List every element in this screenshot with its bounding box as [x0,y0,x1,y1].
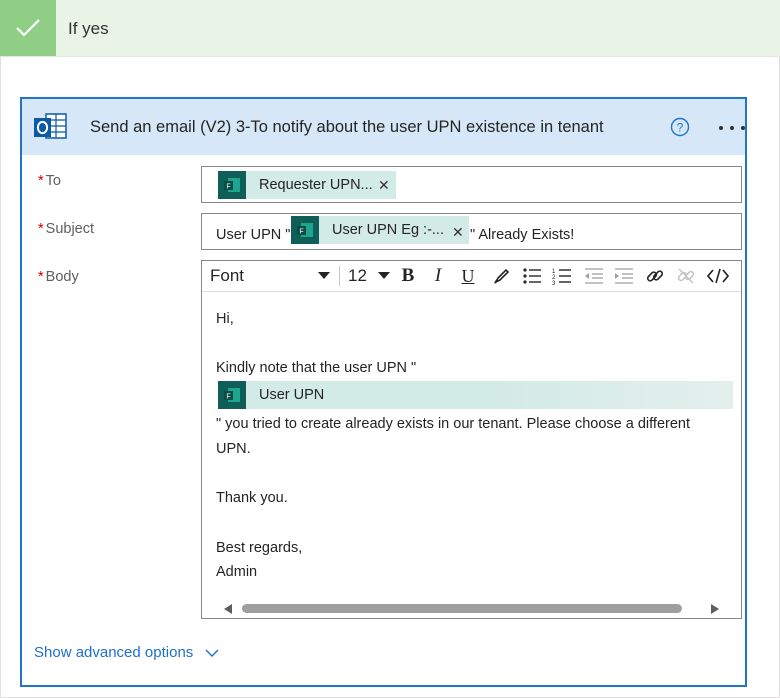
user-upn-token[interactable]: F User UPN [218,381,733,409]
numbered-list-icon[interactable]: 123 [550,264,574,288]
link-icon[interactable] [643,264,667,288]
unlink-icon[interactable] [674,264,698,288]
action-card-header[interactable]: Send an email (V2) 3-To notify about the… [22,99,745,155]
body-label: * Body [38,269,79,285]
font-size-dropdown[interactable]: 12 [348,264,390,288]
action-title: Send an email (V2) 3-To notify about the… [90,118,604,136]
remove-token-icon[interactable]: ✕ [378,177,390,194]
underline-icon[interactable]: U [456,264,480,288]
toolbar-divider [339,266,340,286]
body-line-3: " you tried to create already exists in … [216,416,690,432]
body-note-line: Kindly note that the user UPN " [216,360,417,376]
subject-field[interactable]: User UPN " F User UPN Eg :-... ✕ " Alrea… [201,213,742,250]
send-email-action-card: Send an email (V2) 3-To notify about the… [20,97,747,687]
to-field[interactable]: F Requester UPN... ✕ [201,166,742,203]
to-label: * To [38,173,61,189]
body-greeting: Hi, [216,311,234,327]
token-label: User UPN [259,387,325,403]
scroll-right-icon[interactable] [711,604,719,614]
subject-prefix: User UPN " [216,227,291,243]
user-upn-eg-token[interactable]: F User UPN Eg :-... [291,216,469,244]
font-family-value: Font [210,266,245,285]
condition-branch-header[interactable]: If yes [0,0,780,57]
bulleted-list-icon[interactable] [520,264,544,288]
svg-text:3: 3 [552,281,556,285]
more-options-icon[interactable] [718,117,746,133]
horizontal-scrollbar[interactable] [202,599,741,619]
caret-down-icon [378,272,390,279]
code-view-icon[interactable] [704,264,732,288]
subject-label: * Subject [38,221,94,237]
body-signature: Admin [216,564,258,580]
chevron-down-icon [205,649,219,657]
font-size-value: 12 [348,266,367,285]
body-regards: Best regards, [216,540,303,556]
forms-icon: F [218,381,246,409]
forms-icon: F [291,216,319,244]
requester-upn-token[interactable]: F Requester UPN... [218,171,396,199]
checkmark-icon [0,0,56,56]
font-color-icon[interactable] [490,264,514,288]
increase-indent-icon[interactable] [612,264,636,288]
outlook-icon [33,111,67,143]
subject-suffix: " Already Exists! [470,227,575,243]
body-thanks: Thank you. [216,490,288,506]
remove-token-icon[interactable]: ✕ [452,224,464,241]
caret-down-icon [318,272,330,279]
forms-icon: F [218,171,246,199]
body-label-text: Body [45,269,79,285]
condition-branch-label: If yes [68,19,109,38]
show-advanced-options-link[interactable]: Show advanced options [34,644,219,661]
italic-icon[interactable]: I [426,264,450,288]
decrease-indent-icon[interactable] [582,264,606,288]
required-marker: * [38,269,44,285]
rich-text-toolbar: Font 12 B I U 123 [202,261,741,292]
subject-label-text: Subject [45,221,95,237]
token-label: Requester UPN... [259,177,373,193]
svg-text:F: F [299,229,303,236]
bold-icon[interactable]: B [396,264,420,288]
font-family-dropdown[interactable]: Font [210,264,330,288]
svg-text:F: F [226,184,230,191]
svg-text:?: ? [677,121,684,135]
body-editor[interactable]: Font 12 B I U 123 Hi, Kindly note that t… [201,260,742,619]
required-marker: * [38,221,44,237]
help-icon[interactable]: ? [670,117,690,137]
token-label: User UPN Eg :-... [332,222,444,238]
advanced-options-label: Show advanced options [34,644,194,661]
body-line-4: UPN. [216,441,251,457]
required-marker: * [38,173,44,189]
to-label-text: To [45,173,61,189]
scroll-left-icon[interactable] [224,604,232,614]
scrollbar-thumb[interactable] [242,604,682,613]
svg-text:F: F [226,394,230,401]
